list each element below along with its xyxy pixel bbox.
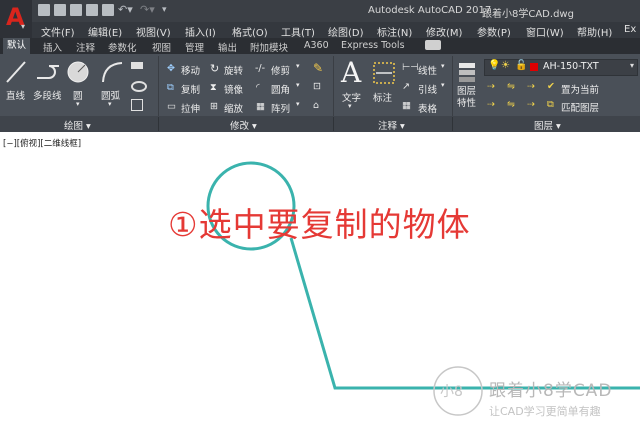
instruction-text: ①选中要复制的物体 <box>168 205 471 244</box>
watermark-logo-icon: 小8 <box>440 384 463 400</box>
watermark-name: 跟着小8学CAD <box>489 381 613 401</box>
polyline-object[interactable] <box>289 237 640 390</box>
watermark-slogan: 让CAD学习更简单有趣 <box>489 405 601 418</box>
